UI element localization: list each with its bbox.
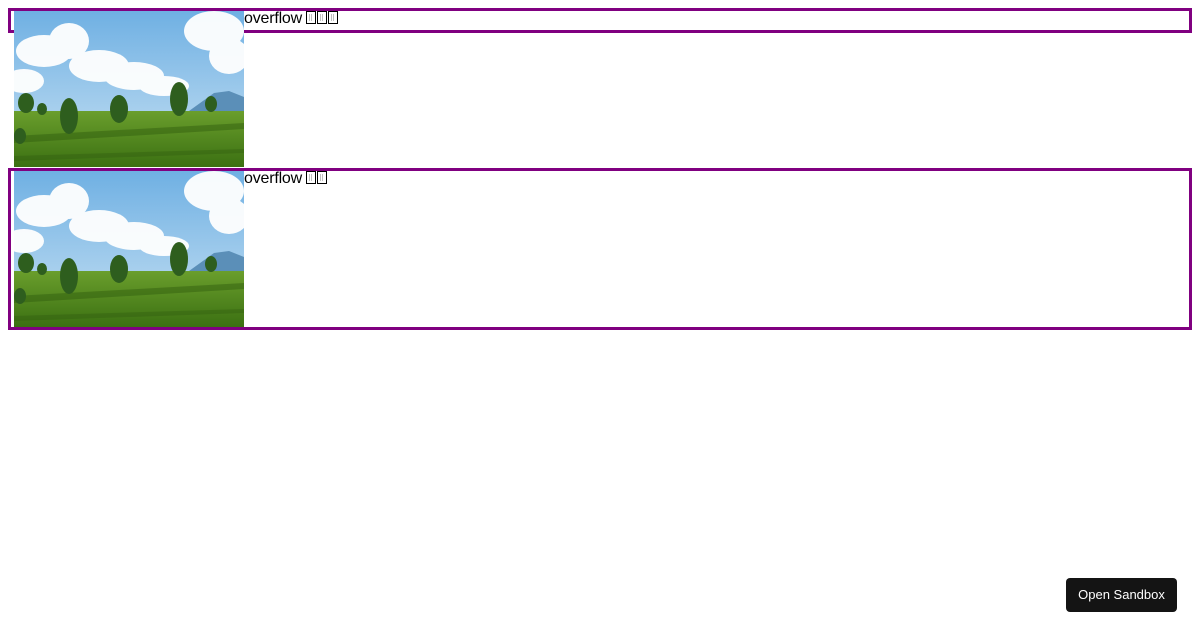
open-sandbox-button[interactable]: Open Sandbox bbox=[1066, 578, 1177, 612]
box-text: overflow bbox=[244, 169, 328, 189]
missing-glyph-icon bbox=[328, 11, 339, 24]
overflow-demo-box-1: overflow bbox=[8, 8, 1192, 167]
missing-glyph-icon bbox=[317, 171, 328, 184]
box-text: overflow bbox=[244, 9, 339, 29]
missing-glyph-icon bbox=[306, 11, 317, 24]
box-label: overflow bbox=[244, 170, 302, 187]
landscape-image bbox=[14, 11, 244, 167]
landscape-image bbox=[14, 171, 244, 327]
missing-glyph-icon bbox=[306, 171, 317, 184]
overflow-demo-box-2: overflow bbox=[8, 168, 1192, 330]
box-label: overflow bbox=[244, 10, 302, 27]
missing-glyph-icon bbox=[317, 11, 328, 24]
